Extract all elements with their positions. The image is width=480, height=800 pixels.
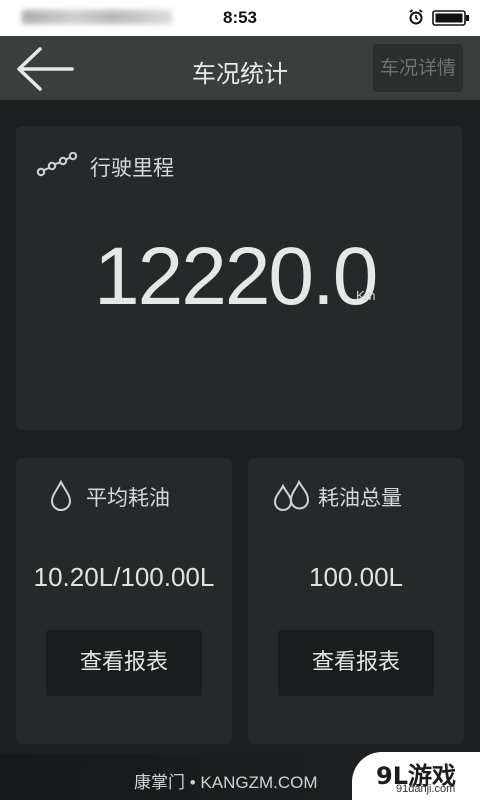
- avg-fuel-value: 10.20L/100.00L: [33, 562, 215, 592]
- mileage-unit: Km: [356, 288, 376, 303]
- link-chain-icon: [36, 152, 78, 177]
- avg-fuel-report-button[interactable]: 查看报表: [46, 630, 202, 696]
- mileage-label: 行驶里程: [90, 156, 174, 180]
- drop-icon: [50, 480, 72, 511]
- app-screen: 8:53 车况统计 车况详情 行驶里程 12220.0 Km 平均耗油 10.2…: [0, 0, 480, 800]
- watermark-text: 康掌门 • KANGZM.COM: [134, 773, 318, 792]
- total-fuel-value: 100.00L: [309, 562, 403, 592]
- vehicle-detail-button[interactable]: 车况详情: [373, 44, 463, 92]
- avg-fuel-card: 平均耗油 10.20L/100.00L 查看报表: [16, 458, 232, 744]
- total-fuel-card: 耗油总量 100.00L 查看报表: [248, 458, 464, 744]
- double-drop-icon: [273, 480, 310, 511]
- site-logo: 9L游戏 91danji.com: [352, 752, 480, 800]
- avg-fuel-label: 平均耗油: [86, 486, 170, 510]
- mileage-card: 行驶里程 12220.0 Km: [16, 126, 462, 430]
- logo-sub-text: 91danji.com: [396, 783, 456, 795]
- mileage-value: 12220.0: [94, 231, 378, 322]
- total-fuel-report-button[interactable]: 查看报表: [278, 630, 434, 696]
- status-bar: 8:53: [0, 0, 480, 36]
- alarm-icon: [409, 9, 423, 25]
- nav-bar: 车况统计 车况详情: [0, 36, 480, 100]
- battery-icon: [432, 10, 469, 26]
- total-fuel-label: 耗油总量: [318, 486, 402, 510]
